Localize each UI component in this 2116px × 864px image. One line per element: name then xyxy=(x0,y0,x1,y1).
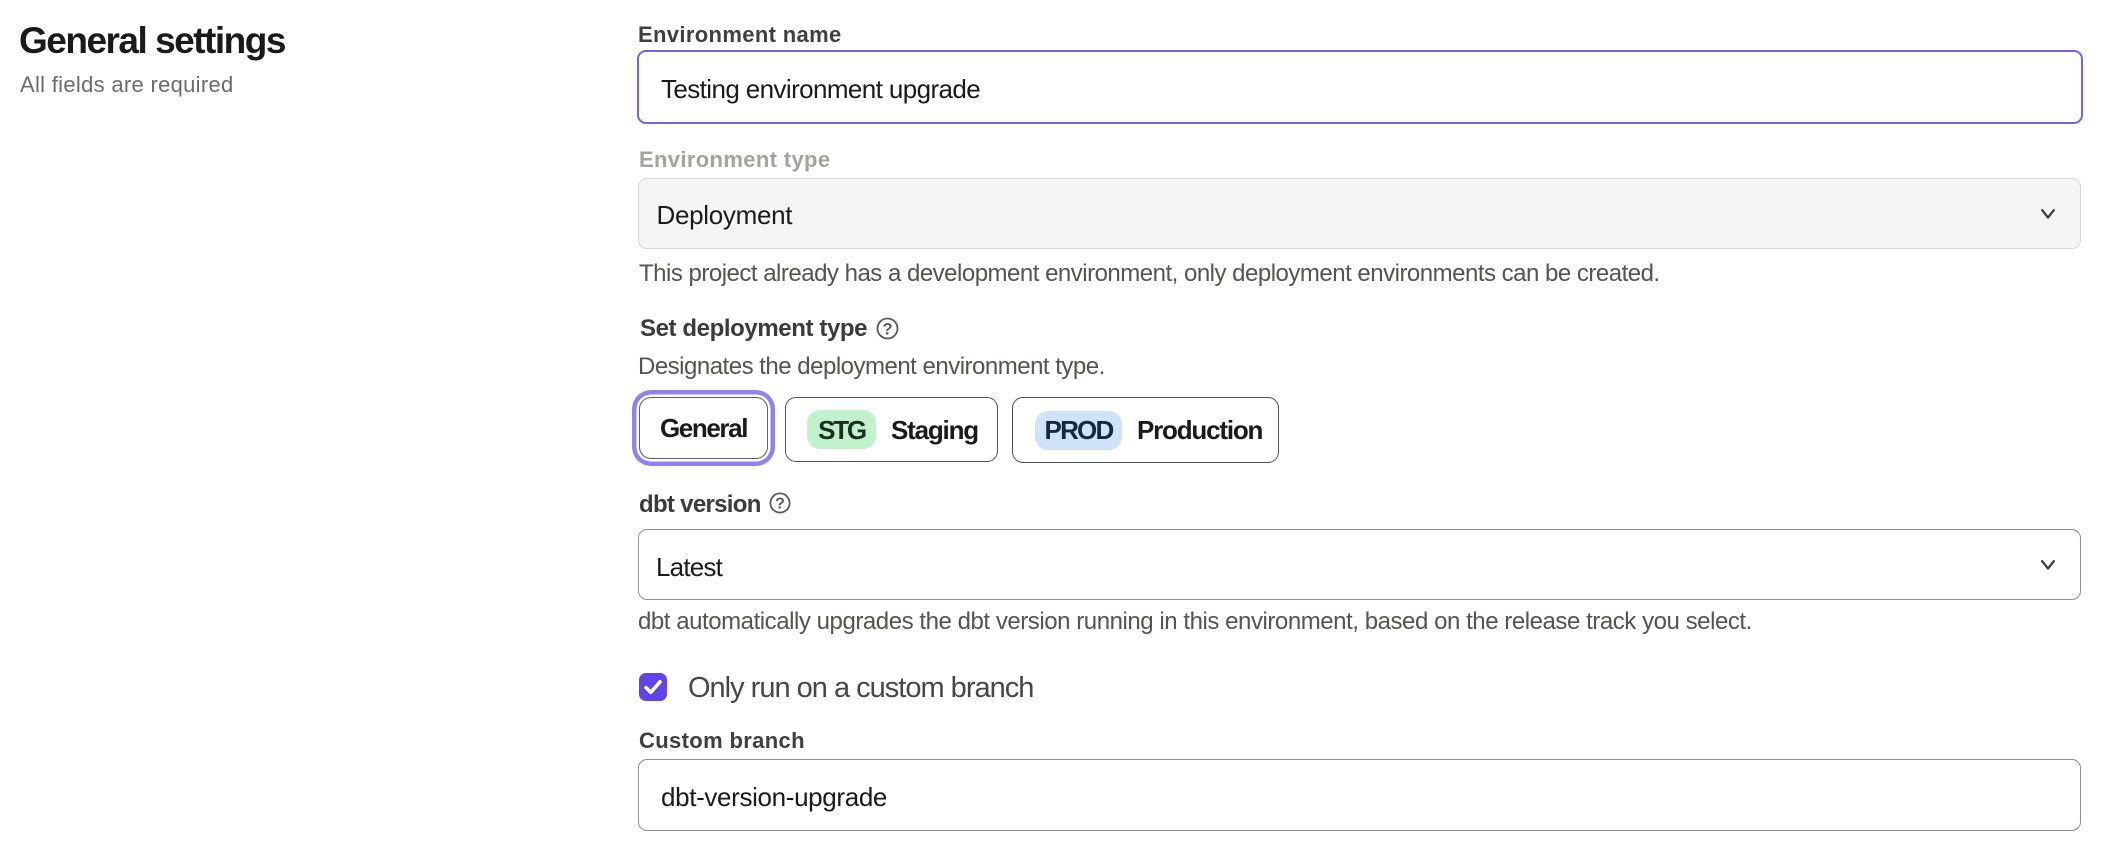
svg-text:?: ? xyxy=(775,496,785,513)
svg-text:?: ? xyxy=(882,320,892,338)
